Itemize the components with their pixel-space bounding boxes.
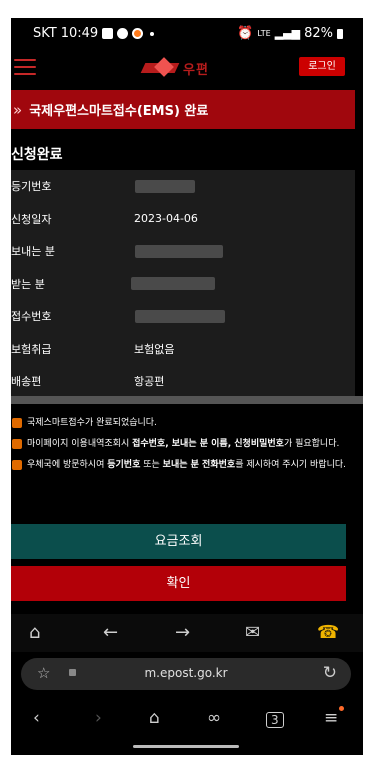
menu-badge-dot bbox=[339, 706, 344, 711]
browser-toolbar: ‹ › ⌂ ∞ 3 ≡ bbox=[11, 700, 363, 740]
redacted-value bbox=[131, 277, 215, 291]
scroll-divider bbox=[11, 396, 363, 404]
table-row: 배송편 항공편 bbox=[11, 365, 355, 398]
url-text[interactable]: m.epost.go.kr bbox=[21, 666, 351, 680]
notice-item: 국제스마트접수가 완료되었습니다. bbox=[11, 416, 355, 430]
battery-level: 82% bbox=[304, 26, 333, 41]
signal-icon: ▂▄▆ bbox=[274, 27, 301, 40]
confirm-button[interactable]: 확인 bbox=[11, 566, 346, 601]
browser-address-bar[interactable]: ☆ m.epost.go.kr ↻ bbox=[21, 658, 351, 690]
reader-mode-icon[interactable]: ∞ bbox=[207, 708, 221, 728]
carrier-label: SKT bbox=[33, 26, 57, 41]
table-row: 접수번호 bbox=[11, 300, 355, 333]
alarm-icon: ⏰ bbox=[237, 26, 254, 41]
battery-icon bbox=[337, 28, 343, 39]
page-title: 국제우편스마트접수(EMS) 완료 bbox=[29, 104, 209, 119]
table-row: 보험취급 보험없음 bbox=[11, 333, 355, 366]
fee-lookup-button[interactable]: 요금조회 bbox=[11, 524, 346, 559]
table-row: 보내는 분 bbox=[11, 235, 355, 268]
warning-icon bbox=[12, 460, 22, 470]
row-label: 접수번호 bbox=[11, 310, 52, 324]
row-value: 항공편 bbox=[134, 375, 165, 389]
table-row: 받는 분 bbox=[11, 268, 355, 301]
menu-icon[interactable] bbox=[14, 59, 36, 77]
row-label: 배송편 bbox=[11, 375, 42, 389]
redacted-value bbox=[135, 244, 223, 258]
row-label: 보내는 분 bbox=[11, 245, 55, 259]
site-logo[interactable]: 우편 bbox=[140, 57, 223, 79]
forward-arrow-icon[interactable]: → bbox=[175, 622, 190, 643]
browser-home-icon[interactable]: ⌂ bbox=[149, 708, 160, 728]
tabs-count-icon[interactable]: 3 bbox=[266, 712, 284, 728]
section-title: 신청완료 bbox=[11, 147, 63, 163]
notice-list: 국제스마트접수가 완료되었습니다. 마이페이지 이용내역조회시 접수번호, 보내… bbox=[11, 416, 355, 479]
login-button[interactable]: 로그인 bbox=[299, 57, 345, 76]
browser-forward-icon[interactable]: › bbox=[95, 708, 102, 728]
reload-icon[interactable]: ↻ bbox=[323, 663, 337, 683]
phone-screen: SKT 10:49 ⏰ LTE ▂▄▆ 82% 우편 로그인 » 국제우편스마트… bbox=[11, 18, 363, 755]
more-notifications-dot bbox=[150, 31, 155, 36]
status-right: ⏰ LTE ▂▄▆ 82% bbox=[237, 26, 343, 41]
redacted-value bbox=[135, 179, 195, 193]
row-value: 2023-04-06 bbox=[134, 212, 198, 226]
row-label: 등기번호 bbox=[11, 180, 52, 194]
row-label: 보험취급 bbox=[11, 342, 52, 356]
browser-back-icon[interactable]: ‹ bbox=[33, 708, 40, 728]
page-title-bar: » 국제우편스마트접수(EMS) 완료 bbox=[11, 90, 355, 129]
clock: 10:49 bbox=[60, 26, 99, 41]
back-arrow-icon[interactable]: ← bbox=[103, 622, 118, 643]
home-outline-icon[interactable]: ⌂ bbox=[29, 622, 40, 643]
table-row: 등기번호 bbox=[11, 170, 355, 203]
notice-item: 마이페이지 이용내역조회시 접수번호, 보내는 분 이름, 신청비밀번호가 필요… bbox=[11, 437, 355, 451]
browser-menu-icon[interactable]: ≡ bbox=[324, 708, 338, 728]
network-label: LTE bbox=[257, 28, 271, 38]
logo-text: 우편 bbox=[183, 62, 209, 78]
chat-icon[interactable]: ✉ bbox=[245, 622, 260, 643]
warning-icon bbox=[12, 439, 22, 449]
details-table: 등기번호 신청일자 2023-04-06 보내는 분 받는 분 접수번호 보험취… bbox=[11, 170, 355, 398]
notification-icon bbox=[102, 28, 114, 39]
app-notification-icon bbox=[132, 28, 144, 39]
row-label: 받는 분 bbox=[11, 277, 45, 291]
customer-support-icon[interactable]: ☎ bbox=[317, 622, 339, 643]
post-logo-icon bbox=[140, 57, 181, 77]
warning-icon bbox=[12, 418, 22, 428]
home-indicator bbox=[133, 745, 239, 748]
site-bottom-nav: ⌂ ← → ✉ ☎ bbox=[11, 614, 363, 652]
redacted-value bbox=[135, 309, 225, 323]
row-label: 신청일자 bbox=[11, 212, 52, 226]
status-left: SKT 10:49 bbox=[33, 26, 155, 41]
cloud-icon bbox=[117, 28, 129, 39]
double-chevron-icon: » bbox=[13, 100, 23, 119]
site-header: 우편 로그인 bbox=[11, 54, 363, 84]
row-value: 보험없음 bbox=[134, 342, 175, 356]
notice-item: 우체국에 방문하시여 등기번호 또는 보내는 분 전화번호를 제시하여 주시기 … bbox=[11, 458, 355, 472]
status-bar: SKT 10:49 ⏰ LTE ▂▄▆ 82% bbox=[11, 18, 363, 50]
table-row: 신청일자 2023-04-06 bbox=[11, 203, 355, 236]
